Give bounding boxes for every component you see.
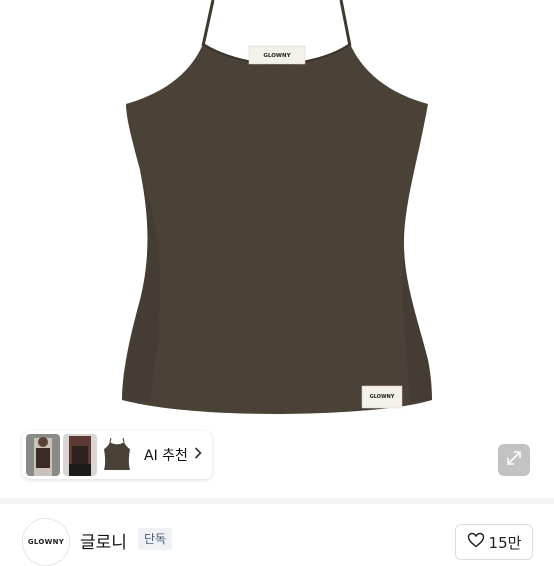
expand-image-button[interactable] <box>498 444 530 476</box>
thumbnail-model-2[interactable] <box>63 434 97 476</box>
exclusive-badge: 단독 <box>138 528 173 550</box>
chevron-right-icon[interactable] <box>194 447 202 463</box>
shop-avatar[interactable]: GLOWNY <box>22 518 70 566</box>
camisole-illustration: GLOWNY GLOWNY <box>122 0 432 414</box>
like-count: 15만 <box>488 533 522 552</box>
ai-recommend-strip[interactable]: AI 추천 <box>22 431 212 479</box>
neck-label-text: GLOWNY <box>263 53 291 59</box>
ai-recommend-label[interactable]: AI 추천 <box>144 445 188 465</box>
heart-outline-icon <box>467 532 485 552</box>
shop-name[interactable]: 글로니 <box>80 528 127 553</box>
hem-label-text: GLOWNY <box>370 394 395 400</box>
thumbnail-model-1[interactable] <box>26 434 60 476</box>
expand-icon <box>505 449 523 471</box>
product-image[interactable]: GLOWNY GLOWNY <box>0 0 554 498</box>
shop-logo-text: GLOWNY <box>27 538 65 546</box>
thumbnail-product[interactable] <box>100 434 134 476</box>
like-button[interactable]: 15만 <box>455 524 533 560</box>
shop-bar: GLOWNY 글로니 단독 15만 <box>0 504 554 566</box>
